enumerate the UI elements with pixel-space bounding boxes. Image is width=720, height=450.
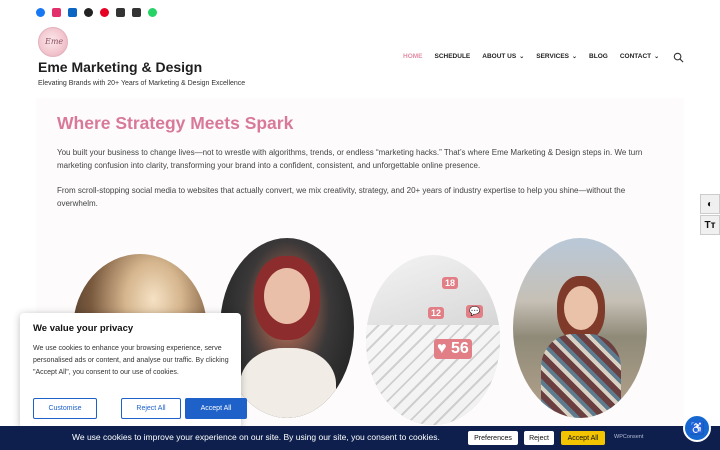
banner-accept-all-button[interactable]: Accept All (561, 431, 605, 445)
contrast-icon: ◐ (706, 198, 714, 210)
pinterest-icon[interactable] (100, 8, 109, 17)
cookie-popup-title: We value your privacy (33, 323, 134, 334)
nav-item-blog[interactable]: BLOG (589, 53, 608, 60)
portrait-face (564, 286, 598, 330)
nav-item-contact[interactable]: CONTACT ⌄ (620, 53, 659, 60)
facebook-icon[interactable] (36, 8, 45, 17)
cookie-consent-popup: We value your privacy We use cookies to … (20, 313, 247, 428)
comment-count-badge: 12 (428, 307, 445, 319)
chevron-down-icon: ⌄ (519, 54, 525, 60)
chevron-down-icon: ⌄ (654, 54, 660, 60)
chat-bubble-icon: 💬 (466, 305, 484, 318)
whatsapp-icon[interactable] (148, 8, 157, 17)
accept-all-button[interactable]: Accept All (185, 398, 247, 419)
like-count-badge: 18 (442, 277, 459, 289)
nav-item-label: HOME (403, 53, 423, 60)
threads-icon[interactable] (84, 8, 93, 17)
preferences-button[interactable]: Preferences (468, 431, 518, 445)
nav-item-about-us[interactable]: ABOUT US ⌄ (482, 53, 524, 60)
nav-item-home[interactable]: HOME (403, 53, 423, 60)
nav-item-label: ABOUT US (482, 53, 517, 60)
site-logo[interactable]: Eme (38, 27, 68, 57)
phone-icon[interactable] (132, 8, 141, 17)
site-tagline: Elevating Brands with 20+ Years of Marke… (38, 80, 246, 87)
text-size-button[interactable]: Tт (700, 215, 720, 235)
page-headline: Where Strategy Meets Spark (57, 113, 294, 133)
linkedin-icon[interactable] (68, 8, 77, 17)
portrait-face (264, 268, 310, 324)
heart-count: 56 (450, 340, 469, 357)
nav-item-services[interactable]: SERVICES ⌄ (536, 53, 577, 60)
social-links (36, 8, 157, 17)
text-size-icon: Tт (704, 219, 716, 231)
nav-item-schedule[interactable]: SCHEDULE (435, 53, 471, 60)
keyboard-keys (366, 325, 500, 425)
instagram-icon[interactable] (52, 8, 61, 17)
nav-item-label: SERVICES (536, 53, 570, 60)
customise-button[interactable]: Customise (33, 398, 97, 419)
portrait-shirt (240, 348, 336, 418)
site-title[interactable]: Eme Marketing & Design (38, 59, 202, 75)
reject-button[interactable]: Reject (524, 431, 554, 445)
logo-text: Eme (45, 37, 64, 46)
intro-paragraph: You built your business to change lives—… (57, 148, 643, 170)
nav-item-label: SCHEDULE (434, 53, 471, 60)
accessibility-icon: ♿ (689, 421, 705, 435)
search-icon[interactable] (673, 52, 684, 63)
contrast-toggle-button[interactable]: ◐ (700, 194, 720, 214)
reject-all-button[interactable]: Reject All (121, 398, 181, 419)
photo-outdoor-portrait (513, 238, 647, 418)
photo-social-keyboard: 18 12 💬 ♥ 56 (366, 255, 500, 425)
heart-count-badge: ♥ 56 (434, 339, 472, 359)
portrait-scarf (541, 334, 621, 418)
main-nav: HOME SCHEDULE ABOUT US ⌄ SERVICES ⌄ BLOG C… (403, 53, 671, 60)
nav-item-label: BLOG (589, 53, 608, 60)
chevron-down-icon: ⌄ (572, 54, 578, 60)
cookie-banner-text: We use cookies to improve your experienc… (72, 432, 440, 442)
services-paragraph: From scroll-stopping social media to web… (57, 186, 626, 208)
cookie-popup-text: We use cookies to enhance your browsing … (33, 345, 229, 376)
accessibility-widget-button[interactable]: ♿ (683, 414, 711, 442)
wpconsent-branding: WPConsent (614, 434, 644, 440)
nav-item-label: CONTACT (619, 53, 652, 60)
email-icon[interactable] (116, 8, 125, 17)
cookie-banner: We use cookies to improve your experienc… (0, 414, 720, 450)
